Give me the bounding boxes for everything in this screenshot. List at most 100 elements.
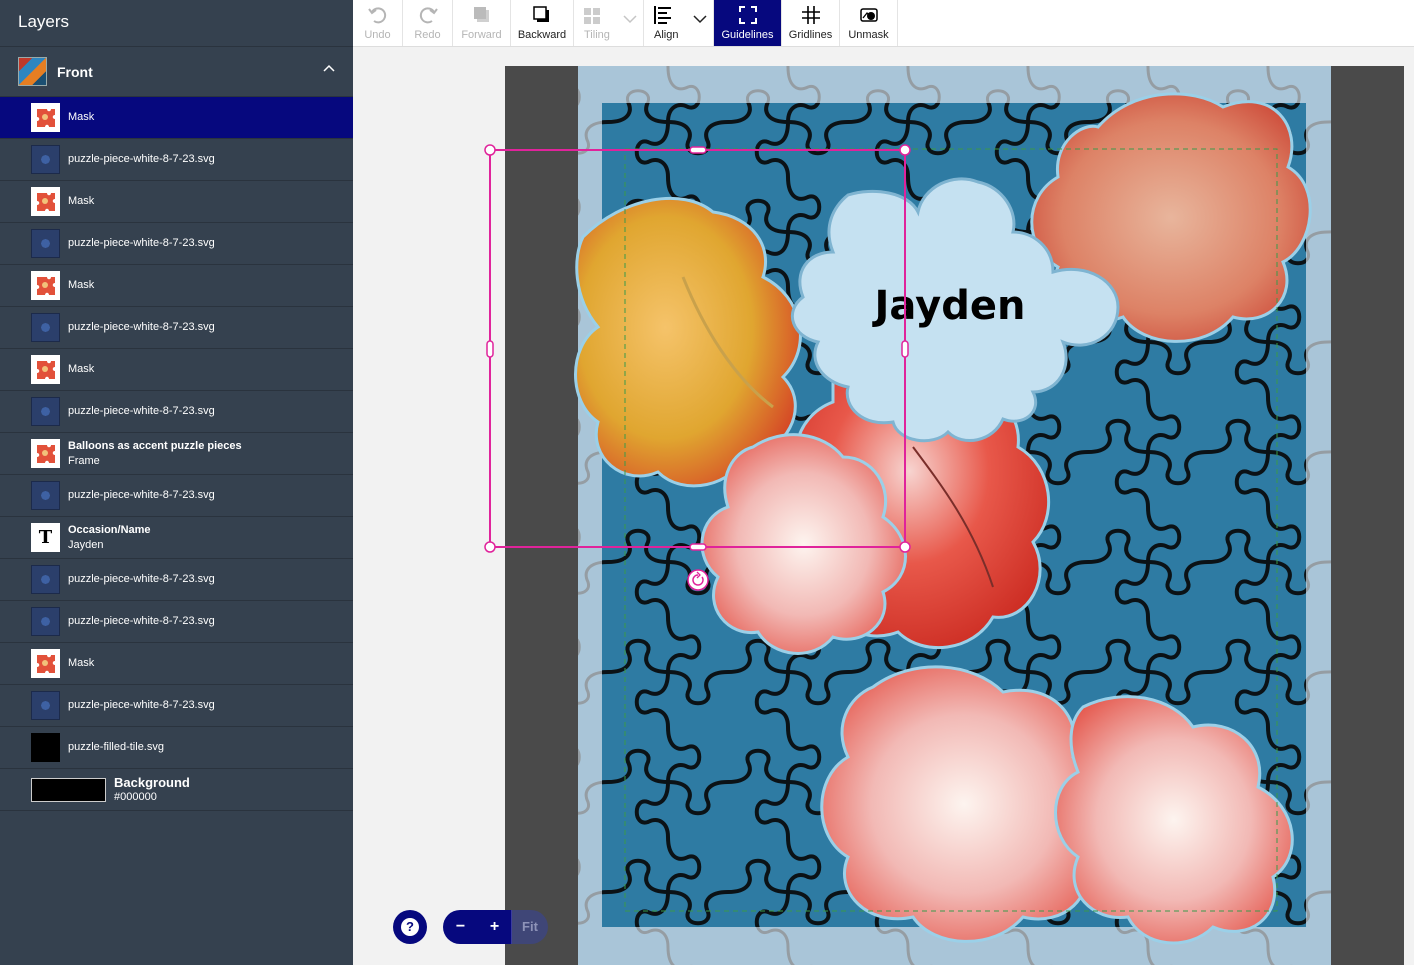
layer-group-label: Front [57, 63, 93, 80]
layer-thumbnail [31, 733, 60, 762]
layer-label: Mask [68, 195, 95, 207]
layer-item[interactable]: puzzle-piece-white-8-7-23.svg [0, 391, 353, 433]
layer-item[interactable]: puzzle-piece-white-8-7-23.svg [0, 475, 353, 517]
bring-forward-icon [473, 7, 489, 22]
layer-label: Mask [68, 111, 95, 123]
tiling-icon [584, 8, 600, 24]
layer-item[interactable]: puzzle-piece-white-8-7-23.svg [0, 223, 353, 265]
layer-item[interactable]: Mask [0, 181, 353, 223]
layer-label: Background #000000 [114, 775, 190, 805]
unmask-button[interactable]: Unmask [840, 0, 898, 46]
layer-item[interactable]: T Occasion/Name Jayden [0, 517, 353, 559]
layer-name: Balloons as accent puzzle pieces [68, 439, 242, 452]
undo-button[interactable]: Undo [353, 0, 403, 46]
resize-handle-right[interactable] [901, 340, 909, 358]
align-button[interactable]: Align [644, 0, 714, 46]
layer-thumbnail [31, 481, 60, 510]
help-button[interactable]: ? [393, 910, 427, 944]
layers-panel: Layers Front Mask puzzle-piece-white-8-7-… [0, 0, 353, 965]
layer-group-front[interactable]: Front [0, 47, 353, 97]
layer-item[interactable]: Mask [0, 349, 353, 391]
layer-label: puzzle-piece-white-8-7-23.svg [68, 237, 215, 249]
layer-thumbnail [31, 271, 60, 300]
front-thumbnail [18, 57, 47, 86]
layer-label: puzzle-piece-white-8-7-23.svg [68, 405, 215, 417]
redo-button[interactable]: Redo [403, 0, 453, 46]
layer-name: Occasion/Name [68, 523, 151, 536]
resize-handle-left[interactable] [486, 340, 494, 358]
layer-list: Mask puzzle-piece-white-8-7-23.svg Mask puz… [0, 97, 353, 811]
layer-label: puzzle-piece-white-8-7-23.svg [68, 573, 215, 585]
layer-label: Occasion/Name Jayden [68, 523, 151, 553]
artboard[interactable]: Jayden [353, 47, 1414, 965]
layer-item[interactable]: Background #000000 [0, 769, 353, 811]
send-backward-icon [533, 6, 549, 22]
layer-item[interactable]: Mask [0, 643, 353, 685]
layer-label: puzzle-piece-white-8-7-23.svg [68, 489, 215, 501]
resize-handle-bottom-right[interactable] [899, 541, 911, 553]
layer-thumbnail [31, 187, 60, 216]
help-icon: ? [401, 918, 419, 936]
layer-item[interactable]: puzzle-piece-white-8-7-23.svg [0, 559, 353, 601]
forward-button[interactable]: Forward [453, 0, 511, 46]
layer-item[interactable]: puzzle-piece-white-8-7-23.svg [0, 307, 353, 349]
unmask-icon [859, 8, 878, 22]
layer-name: Background [114, 774, 190, 790]
undo-icon [367, 7, 386, 24]
zoom-in-button[interactable]: + [478, 910, 512, 944]
layer-thumbnail [31, 397, 60, 426]
chevron-up-icon[interactable] [323, 63, 335, 75]
layer-thumbnail [31, 691, 60, 720]
layer-label: puzzle-piece-white-8-7-23.svg [68, 615, 215, 627]
layer-label: Balloons as accent puzzle pieces Frame [68, 439, 242, 469]
layer-label: puzzle-piece-white-8-7-23.svg [68, 153, 215, 165]
layer-thumbnail [31, 649, 60, 678]
backward-button[interactable]: Backward [511, 0, 574, 46]
layer-subtitle: Jayden [68, 538, 104, 551]
resize-handle-top-left[interactable] [484, 144, 496, 156]
layer-item[interactable]: puzzle-piece-white-8-7-23.svg [0, 139, 353, 181]
layer-label: Mask [68, 279, 95, 291]
layer-thumbnail [31, 565, 60, 594]
guidelines-icon [738, 6, 757, 24]
panel-title: Layers [0, 0, 353, 47]
layer-thumbnail [31, 145, 60, 174]
resize-handle-bottom[interactable] [689, 543, 707, 551]
zoom-controls: − + Fit [443, 910, 548, 944]
layer-thumbnail [31, 777, 106, 802]
layer-thumbnail [31, 313, 60, 342]
layer-subtitle: #000000 [114, 790, 157, 803]
layer-item[interactable]: puzzle-piece-white-8-7-23.svg [0, 685, 353, 727]
zoom-fit-button[interactable]: Fit [512, 910, 548, 944]
guidelines-button[interactable]: Guidelines [714, 0, 782, 46]
redo-icon [419, 7, 438, 24]
layer-label: puzzle-piece-white-8-7-23.svg [68, 321, 215, 333]
chevron-down-icon [693, 15, 707, 24]
zoom-out-button[interactable]: − [443, 910, 478, 944]
layer-item[interactable]: Mask [0, 265, 353, 307]
layer-item[interactable]: Balloons as accent puzzle pieces Frame [0, 433, 353, 475]
align-left-icon [654, 6, 671, 24]
resize-handle-bottom-left[interactable] [484, 541, 496, 553]
layer-label: Mask [68, 363, 95, 375]
grid-icon [801, 6, 820, 24]
layer-thumbnail [31, 607, 60, 636]
layer-subtitle: Frame [68, 454, 100, 467]
toolbar: Undo Redo Forward Backward Tiling Align … [353, 0, 1414, 47]
resize-handle-top-right[interactable] [899, 144, 911, 156]
layer-item[interactable]: puzzle-piece-white-8-7-23.svg [0, 601, 353, 643]
design-canvas[interactable]: Jayden [353, 47, 1414, 965]
tiling-button[interactable]: Tiling [574, 0, 644, 46]
layer-item[interactable]: puzzle-filled-tile.svg [0, 727, 353, 769]
resize-handle-top[interactable] [689, 146, 707, 154]
layer-thumbnail [31, 355, 60, 384]
layer-thumbnail [31, 229, 60, 258]
rotate-handle[interactable] [687, 569, 709, 591]
layer-item[interactable]: Mask [0, 97, 353, 139]
layer-label: Mask [68, 657, 95, 669]
chevron-down-icon [623, 15, 637, 24]
name-text[interactable]: Jayden [872, 283, 1026, 329]
layer-thumbnail [31, 103, 60, 132]
text-layer-icon: T [31, 523, 60, 552]
gridlines-button[interactable]: Gridlines [782, 0, 840, 46]
